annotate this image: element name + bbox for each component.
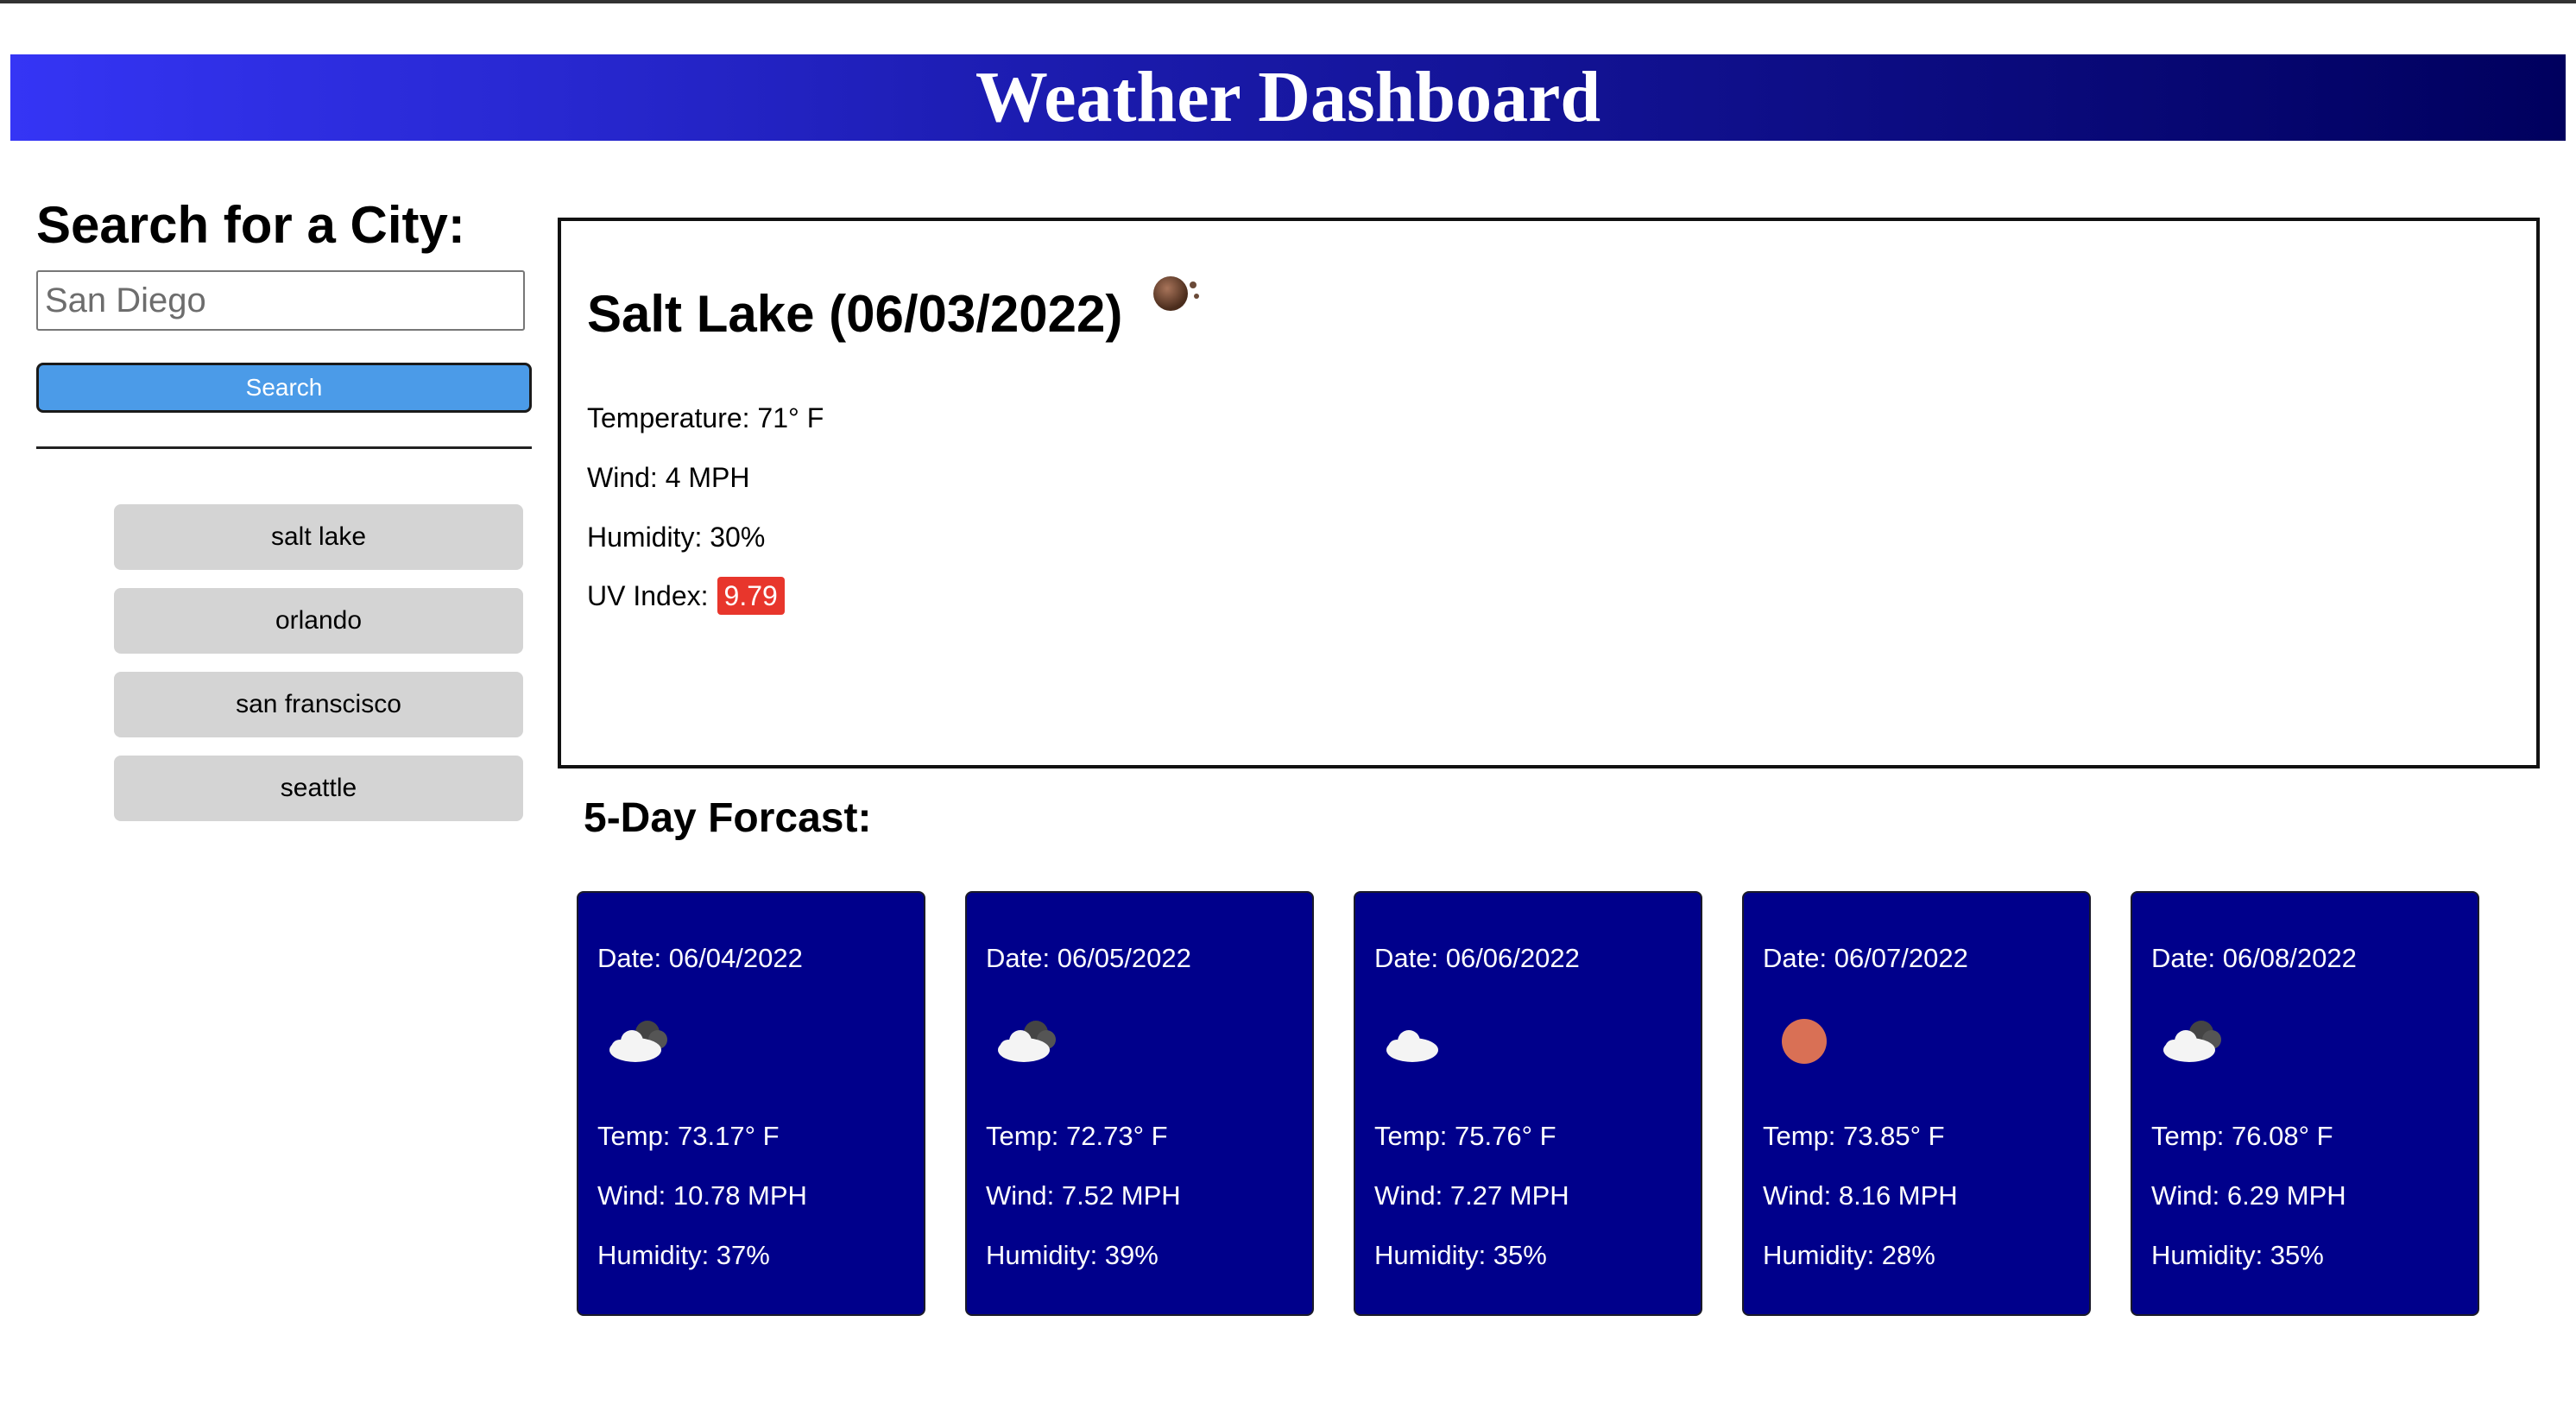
cloud-night-icon	[993, 1014, 1062, 1069]
search-button[interactable]: Search	[36, 363, 532, 413]
forecast-humidity: Humidity: 39%	[986, 1240, 1159, 1270]
search-heading: Search for a City:	[36, 196, 465, 254]
uv-index-badge: 9.79	[717, 577, 785, 615]
sun-icon	[1770, 1014, 1839, 1069]
city-search-input[interactable]	[36, 270, 525, 331]
forecast-card: Date: 06/07/2022 Temp: 73.85° F Wind: 8.…	[1742, 891, 2091, 1316]
forecast-card: Date: 06/04/2022 Temp: 73.17° F Wind: 10…	[577, 891, 925, 1316]
top-border	[0, 0, 2576, 3]
cloud-icon	[1381, 1014, 1450, 1069]
current-humidity: Humidity: 30%	[587, 522, 766, 553]
forecast-card: Date: 06/06/2022 Temp: 75.76° F Wind: 7.…	[1354, 891, 1702, 1316]
moon-icon	[1148, 268, 1203, 316]
forecast-temp: Temp: 72.73° F	[986, 1121, 1168, 1151]
forecast-date: Date: 06/05/2022	[986, 943, 1191, 973]
history-item-salt-lake[interactable]: salt lake	[114, 504, 523, 570]
forecast-humidity: Humidity: 35%	[1374, 1240, 1547, 1270]
current-wind: Wind: 4 MPH	[587, 462, 750, 493]
forecast-wind: Wind: 7.27 MPH	[1374, 1180, 1569, 1211]
forecast-heading: 5-Day Forcast:	[584, 795, 872, 841]
page-title: Weather Dashboard	[975, 57, 1601, 137]
forecast-date: Date: 06/04/2022	[597, 943, 803, 973]
forecast-humidity: Humidity: 28%	[1763, 1240, 1935, 1270]
cloud-night-icon	[2158, 1014, 2227, 1069]
sidebar-divider	[36, 446, 532, 449]
forecast-temp: Temp: 76.08° F	[2151, 1121, 2333, 1151]
forecast-date: Date: 06/07/2022	[1763, 943, 1968, 973]
forecast-temp: Temp: 75.76° F	[1374, 1121, 1556, 1151]
forecast-wind: Wind: 6.29 MPH	[2151, 1180, 2346, 1211]
history-item-orlando[interactable]: orlando	[114, 588, 523, 654]
forecast-wind: Wind: 10.78 MPH	[597, 1180, 807, 1211]
forecast-card: Date: 06/08/2022 Temp: 76.08° F Wind: 6.…	[2131, 891, 2479, 1316]
forecast-wind: Wind: 7.52 MPH	[986, 1180, 1181, 1211]
page-header: Weather Dashboard	[10, 54, 2566, 141]
current-uv-index: UV Index: 9.79	[587, 577, 785, 615]
history-item-san-franscisco[interactable]: san franscisco	[114, 672, 523, 737]
forecast-date: Date: 06/06/2022	[1374, 943, 1580, 973]
forecast-humidity: Humidity: 37%	[597, 1240, 770, 1270]
forecast-temp: Temp: 73.85° F	[1763, 1121, 1945, 1151]
uv-index-label: UV Index:	[587, 580, 709, 611]
cloud-night-icon	[604, 1014, 673, 1069]
history-item-seattle[interactable]: seattle	[114, 756, 523, 821]
current-weather-panel: Salt Lake (06/03/2022) Temperature: 71° …	[558, 218, 2540, 768]
forecast-temp: Temp: 73.17° F	[597, 1121, 780, 1151]
current-city-title: Salt Lake (06/03/2022)	[587, 285, 1123, 343]
forecast-humidity: Humidity: 35%	[2151, 1240, 2324, 1270]
forecast-date: Date: 06/08/2022	[2151, 943, 2357, 973]
forecast-wind: Wind: 8.16 MPH	[1763, 1180, 1958, 1211]
current-temperature: Temperature: 71° F	[587, 402, 824, 433]
forecast-card: Date: 06/05/2022 Temp: 72.73° F Wind: 7.…	[965, 891, 1314, 1316]
